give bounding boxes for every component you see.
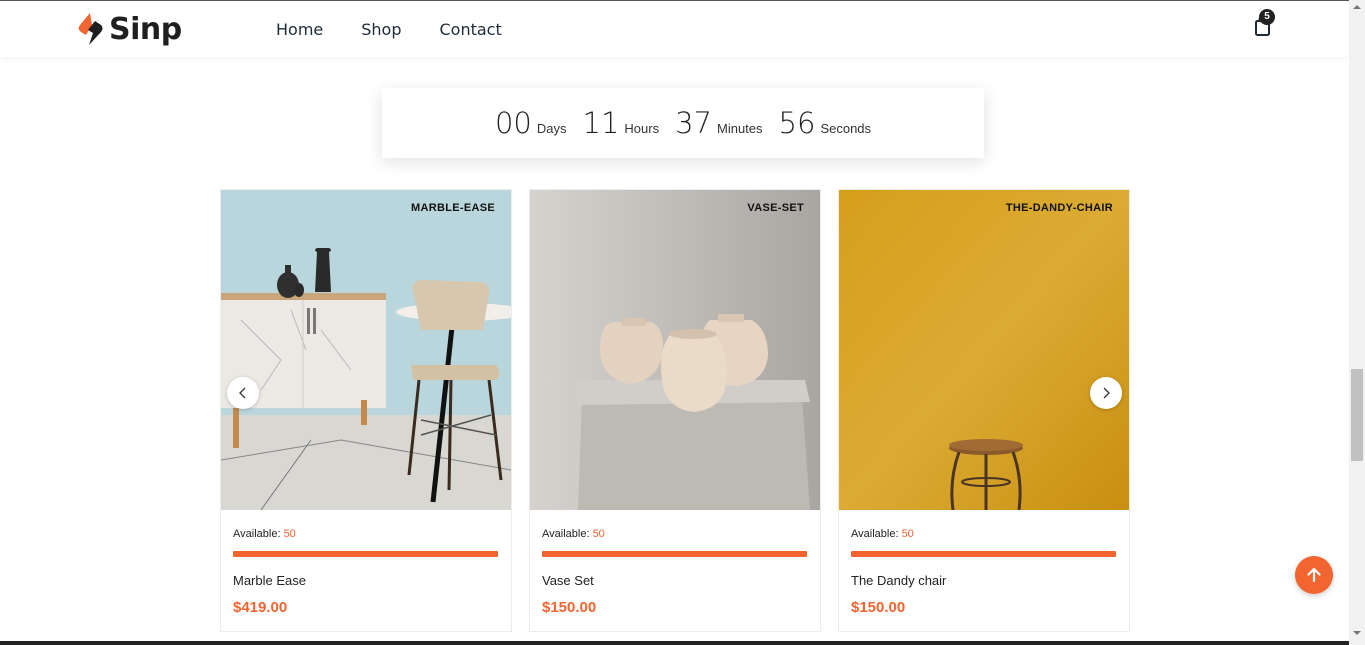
product-card-the-dandy-chair[interactable]: THE-DANDY-CHAIR Available: 50 The Dandy … — [838, 189, 1130, 632]
product-price: $419.00 — [233, 599, 288, 616]
logo-mark-icon — [78, 13, 103, 45]
countdown-minutes: 37 Minutes — [675, 106, 762, 140]
nav-contact[interactable]: Contact — [440, 20, 502, 39]
product-name[interactable]: The Dandy chair — [851, 573, 946, 588]
days-value: 00 — [494, 106, 532, 140]
seconds-label: Seconds — [820, 121, 872, 136]
scroll-to-top-button[interactable] — [1295, 556, 1333, 594]
product-image[interactable] — [530, 190, 820, 510]
countdown-seconds: 56 Seconds — [779, 106, 872, 140]
product-tag: VASE-SET — [747, 202, 804, 214]
product-name[interactable]: Vase Set — [542, 573, 594, 588]
scrollbar-thumb[interactable] — [1351, 369, 1363, 461]
page-scrollbar[interactable] — [1349, 0, 1365, 645]
main-nav: Home Shop Contact — [276, 20, 540, 39]
hours-value: 11 — [582, 106, 620, 140]
seconds-value: 56 — [778, 106, 816, 140]
available-label: Available: — [851, 528, 899, 540]
product-name[interactable]: Marble Ease — [233, 573, 306, 588]
scroll-down-arrow-icon[interactable] — [1353, 629, 1361, 637]
product-price: $150.00 — [851, 599, 906, 616]
hours-label: Hours — [624, 121, 660, 136]
site-header: Sinp Home Shop Contact — [0, 1, 1349, 57]
minutes-label: Minutes — [717, 121, 763, 136]
product-tag: THE-DANDY-CHAIR — [1005, 202, 1113, 214]
logo-text: Sinp — [109, 11, 182, 47]
stock-bar — [542, 551, 807, 557]
stock-bar-fill — [542, 551, 807, 557]
days-label: Days — [536, 121, 567, 136]
product-card-marble-ease[interactable]: MARBLE-EASE Available: 50 Marble Ease $4… — [220, 189, 512, 632]
scroll-up-arrow-icon[interactable] — [1353, 3, 1361, 11]
available-label: Available: — [233, 528, 281, 540]
logo[interactable]: Sinp — [76, 11, 182, 47]
carousel-prev-button[interactable] — [227, 377, 259, 409]
available-count: 50 — [901, 528, 914, 540]
available-label: Available: — [542, 528, 590, 540]
carousel-next-button[interactable] — [1090, 377, 1122, 409]
nav-shop[interactable]: Shop — [361, 20, 401, 39]
product-tag: MARBLE-EASE — [411, 202, 495, 214]
available-count: 50 — [283, 528, 296, 540]
stock-bar-fill — [851, 551, 1116, 557]
availability: Available: 50 — [851, 528, 914, 540]
cart-count-badge: 5 — [1259, 9, 1275, 25]
product-image[interactable] — [221, 190, 511, 510]
availability: Available: 50 — [233, 528, 296, 540]
minutes-value: 37 — [675, 106, 712, 140]
stock-bar — [851, 551, 1116, 557]
stock-bar-fill — [233, 551, 498, 557]
arrow-up-icon — [1307, 567, 1321, 583]
stock-bar — [233, 551, 498, 557]
available-count: 50 — [592, 528, 605, 540]
countdown-timer: 00 Days 11 Hours 37 Minutes 56 Seconds — [382, 88, 984, 158]
chevron-right-icon — [1103, 387, 1110, 399]
availability: Available: 50 — [542, 528, 605, 540]
product-price: $150.00 — [542, 599, 597, 616]
product-card-vase-set[interactable]: VASE-SET Available: 50 Vase Set $150.00 — [529, 189, 821, 632]
next-section-edge — [0, 641, 1349, 645]
nav-home[interactable]: Home — [276, 20, 323, 39]
chevron-left-icon — [239, 387, 246, 399]
product-image[interactable] — [839, 190, 1129, 510]
countdown-hours: 11 Hours — [583, 106, 660, 140]
countdown-days: 00 Days — [495, 106, 567, 140]
